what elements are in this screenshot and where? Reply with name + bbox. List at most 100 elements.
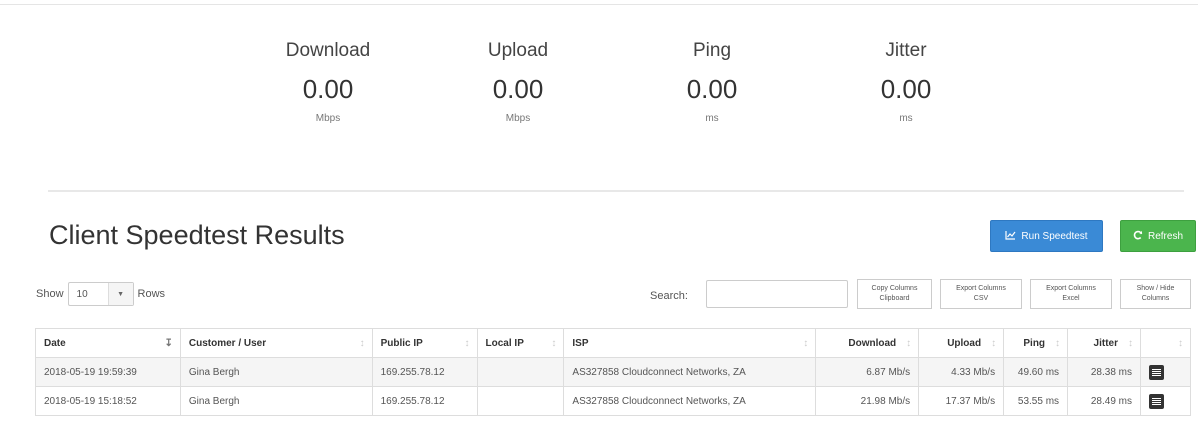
copy-columns-line2: Clipboard [879, 295, 910, 302]
column-ping[interactable]: Ping ↕ [1003, 328, 1069, 358]
copy-columns-button[interactable]: Copy Columns Clipboard [857, 279, 932, 309]
calendar-icon[interactable] [1149, 364, 1164, 380]
metric-label: Upload [487, 40, 549, 61]
run-speedtest-button[interactable]: Run Speedtest [990, 220, 1103, 252]
export-csv-line1: Export Columns [956, 285, 1006, 292]
column-customer[interactable]: Customer / User ↕ [179, 328, 373, 358]
sort-desc-icon: ↧ [164, 338, 173, 349]
refresh-icon [1133, 230, 1143, 243]
metric-value: 0.00 [302, 74, 354, 104]
table-row: 2018-05-19 19:59:39 Gina Bergh 169.255.7… [35, 357, 1191, 387]
metric-jitter: Jitter 0.00 ms [826, 40, 986, 124]
metric-upload: Upload 0.00 Mbps [438, 40, 598, 124]
cell-action [1140, 386, 1191, 416]
cell-customer: Gina Bergh [179, 357, 373, 387]
table-header-row: Date ↧ Customer / User ↕ Public IP ↕ Local … [35, 328, 1191, 358]
column-date[interactable]: Date ↧ [35, 328, 181, 358]
sort-icon: ↕ [803, 338, 809, 349]
show-label: Show [36, 288, 64, 300]
cell-download: 21.98 Mb/s [815, 386, 920, 416]
metric-unit: Mbps [315, 113, 341, 124]
rows-select[interactable]: 10 ▼ [67, 282, 134, 306]
cell-customer: Gina Bergh [179, 386, 373, 416]
run-speedtest-label: Run Speedtest [1021, 230, 1088, 242]
sort-icon: ↕ [1128, 338, 1133, 349]
sort-icon: ↕ [1055, 338, 1061, 349]
search-label: Search: [650, 290, 688, 302]
calendar-icon[interactable] [1149, 393, 1164, 409]
column-label: ISP [572, 337, 589, 349]
chart-line-icon [1005, 230, 1016, 243]
cell-upload: 17.37 Mb/s [918, 386, 1005, 416]
metric-value: 0.00 [686, 74, 738, 104]
cell-upload: 4.33 Mb/s [918, 357, 1005, 387]
column-label: Date [44, 337, 66, 349]
column-label: Upload [947, 337, 982, 349]
show-hide-line1: Show / Hide [1136, 285, 1175, 292]
cell-action [1140, 357, 1191, 387]
top-bar [0, 0, 1198, 5]
cell-isp: AS327858 Cloudconnect Networks, ZA [563, 357, 817, 387]
metric-label: Ping [692, 40, 732, 61]
table-row: 2018-05-19 15:18:52 Gina Bergh 169.255.7… [35, 386, 1191, 416]
rows-per-page: Show 10 ▼ Rows [36, 282, 165, 306]
sort-icon: ↕ [359, 338, 365, 349]
column-label: Jitter [1093, 337, 1118, 349]
column-isp[interactable]: ISP ↕ [563, 328, 817, 358]
column-label: Public IP [380, 337, 423, 349]
metric-ping: Ping 0.00 ms [632, 40, 792, 124]
metric-unit: Mbps [505, 113, 531, 124]
metric-value: 0.00 [880, 74, 932, 104]
show-hide-line2: Columns [1141, 295, 1170, 302]
cell-date: 2018-05-19 15:18:52 [35, 386, 181, 416]
export-excel-line2: Excel [1062, 295, 1080, 302]
export-csv-line2: CSV [973, 295, 989, 302]
cell-local-ip [476, 357, 565, 387]
results-table: Date ↧ Customer / User ↕ Public IP ↕ Local … [35, 328, 1191, 416]
cell-public-ip: 169.255.78.12 [371, 386, 478, 416]
column-label: Customer / User [188, 337, 267, 349]
column-upload[interactable]: Upload ↕ [918, 328, 1005, 358]
copy-columns-line1: Copy Columns [871, 285, 918, 292]
refresh-label: Refresh [1147, 230, 1183, 242]
sort-icon: ↕ [991, 338, 997, 349]
column-label: Local IP [485, 337, 524, 349]
column-label: Download [848, 337, 897, 349]
metric-label: Jitter [885, 40, 927, 61]
sort-icon: ↕ [551, 338, 557, 349]
sort-icon: ↕ [1178, 338, 1183, 349]
column-jitter[interactable]: Jitter ↕ [1067, 328, 1141, 358]
metric-label: Download [285, 40, 371, 61]
metric-download: Download 0.00 Mbps [248, 40, 408, 124]
column-actions[interactable]: ↕ [1140, 328, 1191, 358]
rows-select-value: 10 [76, 288, 88, 300]
section-divider [48, 190, 1184, 192]
column-local-ip[interactable]: Local IP ↕ [476, 328, 565, 358]
cell-ping: 53.55 ms [1003, 386, 1069, 416]
metric-unit: ms [705, 113, 719, 124]
cell-jitter: 28.38 ms [1067, 357, 1141, 387]
export-excel-line1: Export Columns [1046, 285, 1096, 292]
metric-value: 0.00 [492, 74, 544, 104]
cell-date: 2018-05-19 19:59:39 [35, 357, 181, 387]
page-title: Client Speedtest Results [49, 220, 345, 250]
sort-icon: ↕ [464, 338, 470, 349]
chevron-down-icon: ▼ [107, 283, 133, 305]
export-csv-button[interactable]: Export Columns CSV [940, 279, 1022, 309]
metric-unit: ms [899, 113, 913, 124]
show-hide-columns-button[interactable]: Show / Hide Columns [1120, 279, 1191, 309]
cell-local-ip [476, 386, 565, 416]
cell-jitter: 28.49 ms [1067, 386, 1141, 416]
search-input[interactable] [706, 280, 848, 308]
export-excel-button[interactable]: Export Columns Excel [1030, 279, 1112, 309]
sort-icon: ↕ [906, 338, 912, 349]
column-public-ip[interactable]: Public IP ↕ [371, 328, 478, 358]
cell-ping: 49.60 ms [1003, 357, 1069, 387]
cell-isp: AS327858 Cloudconnect Networks, ZA [563, 386, 817, 416]
cell-public-ip: 169.255.78.12 [371, 357, 478, 387]
cell-download: 6.87 Mb/s [815, 357, 920, 387]
column-label: Ping [1023, 337, 1046, 349]
column-download[interactable]: Download ↕ [815, 328, 920, 358]
rows-label: Rows [137, 288, 166, 300]
refresh-button[interactable]: Refresh [1120, 220, 1196, 252]
